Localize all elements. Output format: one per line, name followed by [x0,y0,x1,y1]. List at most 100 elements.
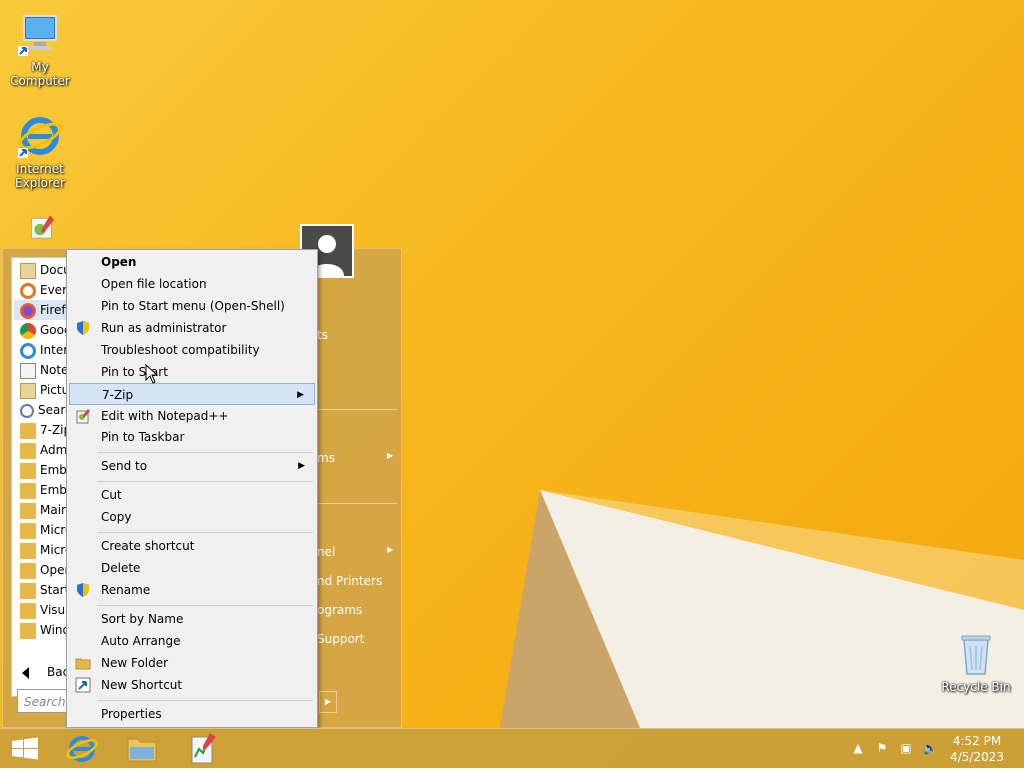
menu-item-troubleshoot[interactable]: Troubleshoot compatibility [69,339,315,361]
menu-item-rename[interactable]: Rename [69,579,315,601]
taskbar-clock[interactable]: 4:52 PM 4/5/2023 [950,733,1004,765]
menu-item-send-to[interactable]: Send to ▶ [69,455,315,477]
start-right-item[interactable]: ts [317,328,328,342]
desktop-icon-internet-explorer[interactable]: Internet Explorer [0,112,80,190]
menu-item-open[interactable]: Open [69,251,315,273]
folder-icon [20,422,36,439]
menu-item-delete[interactable]: Delete [69,557,315,579]
desktop-icon-recycle-bin[interactable]: Recycle Bin [936,630,1016,694]
volume-muted-icon[interactable]: 🔈 [922,741,938,757]
menu-item-label: New Shortcut [101,678,183,692]
menu-item-label: Run as administrator [101,321,227,335]
menu-item-7zip[interactable]: 7-Zip ▶ [69,383,315,405]
menu-separator [97,452,313,453]
show-hidden-icons-button[interactable]: ▲ [850,741,866,757]
menu-item-pin-taskbar[interactable]: Pin to Taskbar [69,426,315,448]
separator [313,503,397,504]
taskbar-notepad-plus[interactable] [176,731,228,767]
desktop-icon-label: Internet [16,162,64,176]
menu-item-new-folder[interactable]: New Folder [69,652,315,674]
program-label: Main [40,503,69,517]
folder-icon [20,602,36,619]
submenu-arrow-icon: ▶ [297,390,304,400]
desktop-icon-my-computer[interactable]: My Computer [0,10,80,88]
menu-separator [97,700,313,701]
desktop-icon-label: Explorer [15,176,65,190]
menu-item-label: Send to [101,459,148,473]
program-label: Adm [40,443,68,457]
desktop-icon-notepad[interactable] [0,214,80,250]
notepad-plus-icon [76,409,90,424]
menu-item-sort-by-name[interactable]: Sort by Name [69,608,315,630]
menu-item-label: 7-Zip [102,388,134,402]
network-icon[interactable]: ▣ [898,741,914,757]
windows-logo-icon [12,737,38,760]
start-button[interactable] [0,731,52,767]
start-right-item[interactable]: Support [317,632,364,646]
pictures-icon [20,382,36,399]
start-right-item[interactable]: ms [317,451,335,465]
document-folder-icon [20,262,36,279]
folder-icon [127,738,157,762]
separator [313,409,397,410]
start-right-item[interactable]: ograms [317,603,362,617]
program-label: Pictu [40,383,70,397]
folder-icon [20,442,36,459]
menu-item-cut[interactable]: Cut [69,484,315,506]
taskbar-internet-explorer[interactable] [56,731,108,767]
folder-icon [20,502,36,519]
firefox-icon [20,302,36,319]
recycle-bin-icon [961,635,991,675]
context-menu: Open Open file location Pin to Start men… [66,249,318,728]
menu-item-copy[interactable]: Copy [69,506,315,528]
menu-item-label: Edit with Notepad++ [101,409,229,423]
menu-item-pin-start-open-shell[interactable]: Pin to Start menu (Open-Shell) [69,295,315,317]
submenu-arrow-icon: ▶ [298,461,305,471]
menu-separator [97,481,313,482]
menu-item-properties[interactable]: Properties [69,703,315,725]
menu-separator [97,605,313,606]
program-label: Oper [40,563,70,577]
menu-separator [97,532,313,533]
folder-icon [20,482,36,499]
uac-shield-icon [77,321,89,335]
notepad-icon [20,362,36,379]
action-center-flag-icon[interactable]: ⚑ [874,741,890,757]
submenu-arrow-icon: ▶ [387,451,394,460]
menu-item-create-shortcut[interactable]: Create shortcut [69,535,315,557]
shutdown-arrow-button[interactable]: ▶ [319,691,337,713]
search-icon [20,403,34,418]
program-label: Note [40,363,69,377]
folder-icon [20,562,36,579]
folder-icon [20,522,36,539]
menu-item-auto-arrange[interactable]: Auto Arrange [69,630,315,652]
menu-item-new-shortcut[interactable]: New Shortcut [69,674,315,696]
menu-item-edit-notepad[interactable]: Edit with Notepad++ [69,405,315,427]
chrome-icon [20,322,36,339]
start-right-item[interactable]: nel [317,545,335,559]
computer-icon [18,15,57,56]
folder-icon [20,622,36,639]
uac-shield-icon [77,583,89,597]
folder-icon [75,658,91,670]
folder-icon [20,462,36,479]
shortcut-arrow-icon [75,677,91,693]
clock-date: 4/5/2023 [950,750,1004,764]
menu-item-label: Rename [101,583,151,597]
folder-icon [20,542,36,559]
start-right-item[interactable]: nd Printers [317,574,382,588]
taskbar-file-explorer[interactable] [116,731,168,767]
submenu-arrow-icon: ▶ [387,545,394,554]
mouse-cursor-icon [145,364,159,384]
notepad-plus-icon [191,733,216,764]
desktop-icon-label: My Computer [10,60,70,88]
folder-icon [20,582,36,599]
menu-item-open-file-location[interactable]: Open file location [69,273,315,295]
menu-item-run-as-admin[interactable]: Run as administrator [69,317,315,339]
back-arrow-icon [22,666,29,679]
menu-item-label: New Folder [101,656,169,670]
menu-item-pin-to-start[interactable]: Pin to Start [69,361,315,383]
desktop-icon-label: Recycle Bin [941,680,1011,694]
notepad-plus-icon [31,215,55,239]
ie-icon [66,736,98,762]
